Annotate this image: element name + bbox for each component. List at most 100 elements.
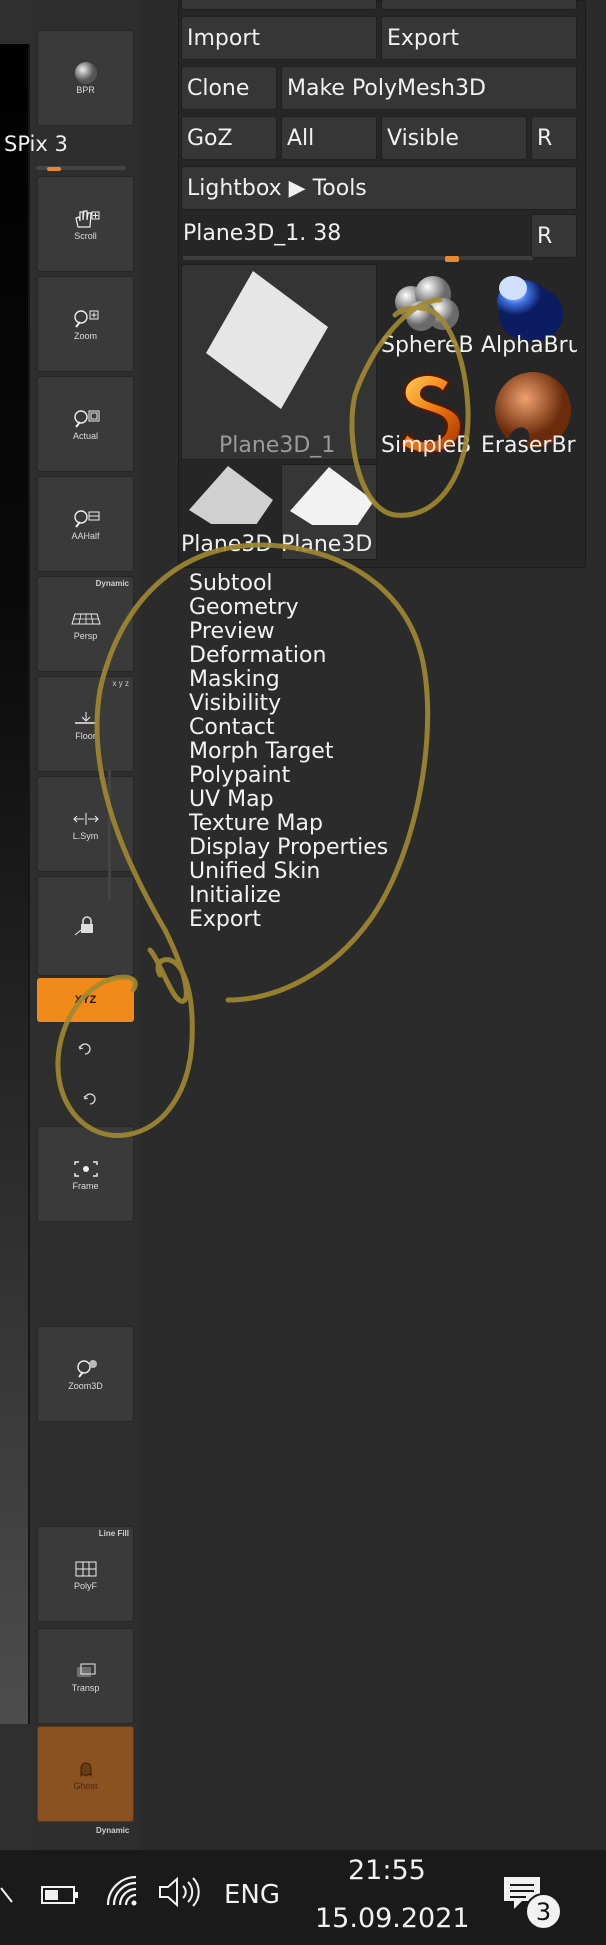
- import-button[interactable]: Import: [181, 16, 377, 60]
- actual-label: Actual: [72, 430, 98, 441]
- shelf-scrollbar[interactable]: [108, 770, 111, 900]
- menu-item-masking[interactable]: Masking: [189, 668, 388, 692]
- menu-item-polypaint[interactable]: Polypaint: [189, 764, 388, 788]
- persp-button[interactable]: Dynamic Persp: [37, 576, 134, 672]
- polyf-button[interactable]: Line Fill PolyF: [37, 1526, 134, 1622]
- clock-time[interactable]: 21:55: [348, 1855, 426, 1886]
- frame-icon: [71, 1158, 101, 1180]
- sphere-icon: [71, 61, 101, 84]
- document-canvas[interactable]: [0, 44, 30, 1724]
- frame-label: Frame: [72, 1180, 99, 1191]
- tool-thumb-label: Plane3D_1: [219, 433, 336, 458]
- export-button[interactable]: Export: [381, 16, 577, 60]
- menu-item-export[interactable]: Export: [189, 908, 388, 932]
- floor-label: Floor: [75, 730, 96, 741]
- floor-icon: [71, 708, 101, 730]
- top-cut-button-2[interactable]: [381, 0, 577, 10]
- transparency-icon: [71, 1660, 101, 1682]
- goz-all-button[interactable]: All: [281, 116, 377, 160]
- floor-button[interactable]: x y z Floor: [37, 676, 134, 772]
- bpr-label: BPR: [76, 84, 95, 95]
- spix-slider-knob[interactable]: [47, 167, 62, 171]
- tool-thumb-plane3d-main[interactable]: [181, 264, 377, 460]
- menu-item-unified-skin[interactable]: Unified Skin: [189, 860, 388, 884]
- menu-item-initialize[interactable]: Initialize: [189, 884, 388, 908]
- scroll-label: Scroll: [74, 230, 97, 241]
- frame-button[interactable]: Frame: [37, 1126, 134, 1222]
- ghost-icon: [71, 1758, 101, 1780]
- tool-thumb-label: EraserBr: [481, 433, 576, 458]
- ghost-tag: Dynamic: [96, 1826, 130, 1835]
- tool-slider[interactable]: [183, 256, 533, 260]
- volume-icon[interactable]: [157, 1875, 203, 1913]
- zoom3d-icon: [71, 1358, 101, 1380]
- top-cut-button[interactable]: [181, 0, 377, 10]
- aahalf-label: AAHalf: [71, 530, 100, 541]
- z-rotate-icon[interactable]: [82, 1090, 98, 1106]
- floor-tag: x y z: [112, 679, 129, 688]
- lightbox-tools-button[interactable]: Lightbox ▶ Tools: [181, 166, 577, 210]
- make-polymesh3d-button[interactable]: Make PolyMesh3D: [281, 66, 577, 110]
- menu-item-contact[interactable]: Contact: [189, 716, 388, 740]
- input-language[interactable]: ENG: [224, 1880, 280, 1910]
- goz-button[interactable]: GoZ: [181, 116, 277, 160]
- local-button[interactable]: [37, 876, 134, 976]
- clock-date[interactable]: 15.09.2021: [315, 1903, 470, 1934]
- zoom-button[interactable]: Zoom: [37, 276, 134, 372]
- xyz-label: XYZ: [74, 994, 97, 1006]
- y-rotate-icon[interactable]: [77, 1040, 93, 1056]
- wifi-icon[interactable]: [104, 1873, 140, 1913]
- menu-item-geometry[interactable]: Geometry: [189, 596, 388, 620]
- zoom3d-button[interactable]: Zoom3D: [37, 1326, 134, 1422]
- viewport-area: [0, 0, 34, 1850]
- tool-slider-knob[interactable]: [445, 256, 460, 262]
- menu-item-morph-target[interactable]: Morph Target: [189, 740, 388, 764]
- polyframe-icon: [71, 1558, 101, 1580]
- tool-thumb-label: Plane3D: [281, 532, 373, 557]
- goz-visible-button[interactable]: Visible: [381, 116, 527, 160]
- persp-label: Persp: [73, 630, 98, 641]
- menu-item-subtool[interactable]: Subtool: [189, 572, 388, 596]
- polyf-label: PolyF: [73, 1580, 97, 1591]
- menu-item-texture-map[interactable]: Texture Map: [189, 812, 388, 836]
- current-tool-name: Plane3D_1. 38: [183, 221, 342, 246]
- menu-item-deformation[interactable]: Deformation: [189, 644, 388, 668]
- perspective-icon: [70, 608, 101, 630]
- actual-button[interactable]: Actual: [37, 376, 134, 472]
- lock-icon: [71, 915, 101, 937]
- tool-subpalette-menu: Subtool Geometry Preview Deformation Mas…: [189, 572, 388, 932]
- aahalf-icon: [71, 508, 101, 530]
- tool-thumb-label: AlphaBru: [481, 333, 577, 358]
- bpr-button[interactable]: BPR: [37, 30, 134, 126]
- zoom-label: Zoom: [73, 330, 97, 341]
- lsym-button[interactable]: L.Sym: [37, 776, 134, 872]
- scroll-button[interactable]: Scroll: [37, 176, 134, 272]
- zoom-icon: [71, 308, 101, 330]
- battery-icon[interactable]: [40, 1883, 80, 1911]
- plane-icon: [189, 466, 273, 544]
- menu-item-display-properties[interactable]: Display Properties: [189, 836, 388, 860]
- xyz-rotate-button[interactable]: XYZ: [37, 978, 134, 1022]
- actual-size-icon: [71, 408, 101, 430]
- tool-thumb-label: SimpleB: [381, 433, 472, 458]
- hand-icon: [71, 208, 101, 230]
- tool-thumb-label: SphereB: [381, 333, 474, 358]
- tool-thumb-label: Plane3D: [181, 532, 273, 557]
- aahalf-button[interactable]: AAHalf: [37, 476, 134, 572]
- plane-icon: [290, 467, 374, 545]
- transp-button[interactable]: Transp: [37, 1628, 134, 1724]
- tool-r-button[interactable]: R: [531, 214, 577, 258]
- ghost-label: Ghost: [73, 1780, 98, 1791]
- lsym-label: L.Sym: [72, 830, 99, 841]
- menu-item-preview[interactable]: Preview: [189, 620, 388, 644]
- symmetry-icon: [71, 808, 101, 830]
- goz-r-button[interactable]: R: [531, 116, 577, 160]
- menu-item-visibility[interactable]: Visibility: [189, 692, 388, 716]
- transp-label: Transp: [71, 1682, 100, 1693]
- clone-button[interactable]: Clone: [181, 66, 277, 110]
- persp-tag: Dynamic: [95, 579, 129, 588]
- ghost-button[interactable]: Ghost: [37, 1726, 134, 1822]
- polyf-tag: Line Fill: [98, 1529, 129, 1538]
- menu-item-uv-map[interactable]: UV Map: [189, 788, 388, 812]
- chevron-left-icon[interactable]: [0, 1880, 16, 1914]
